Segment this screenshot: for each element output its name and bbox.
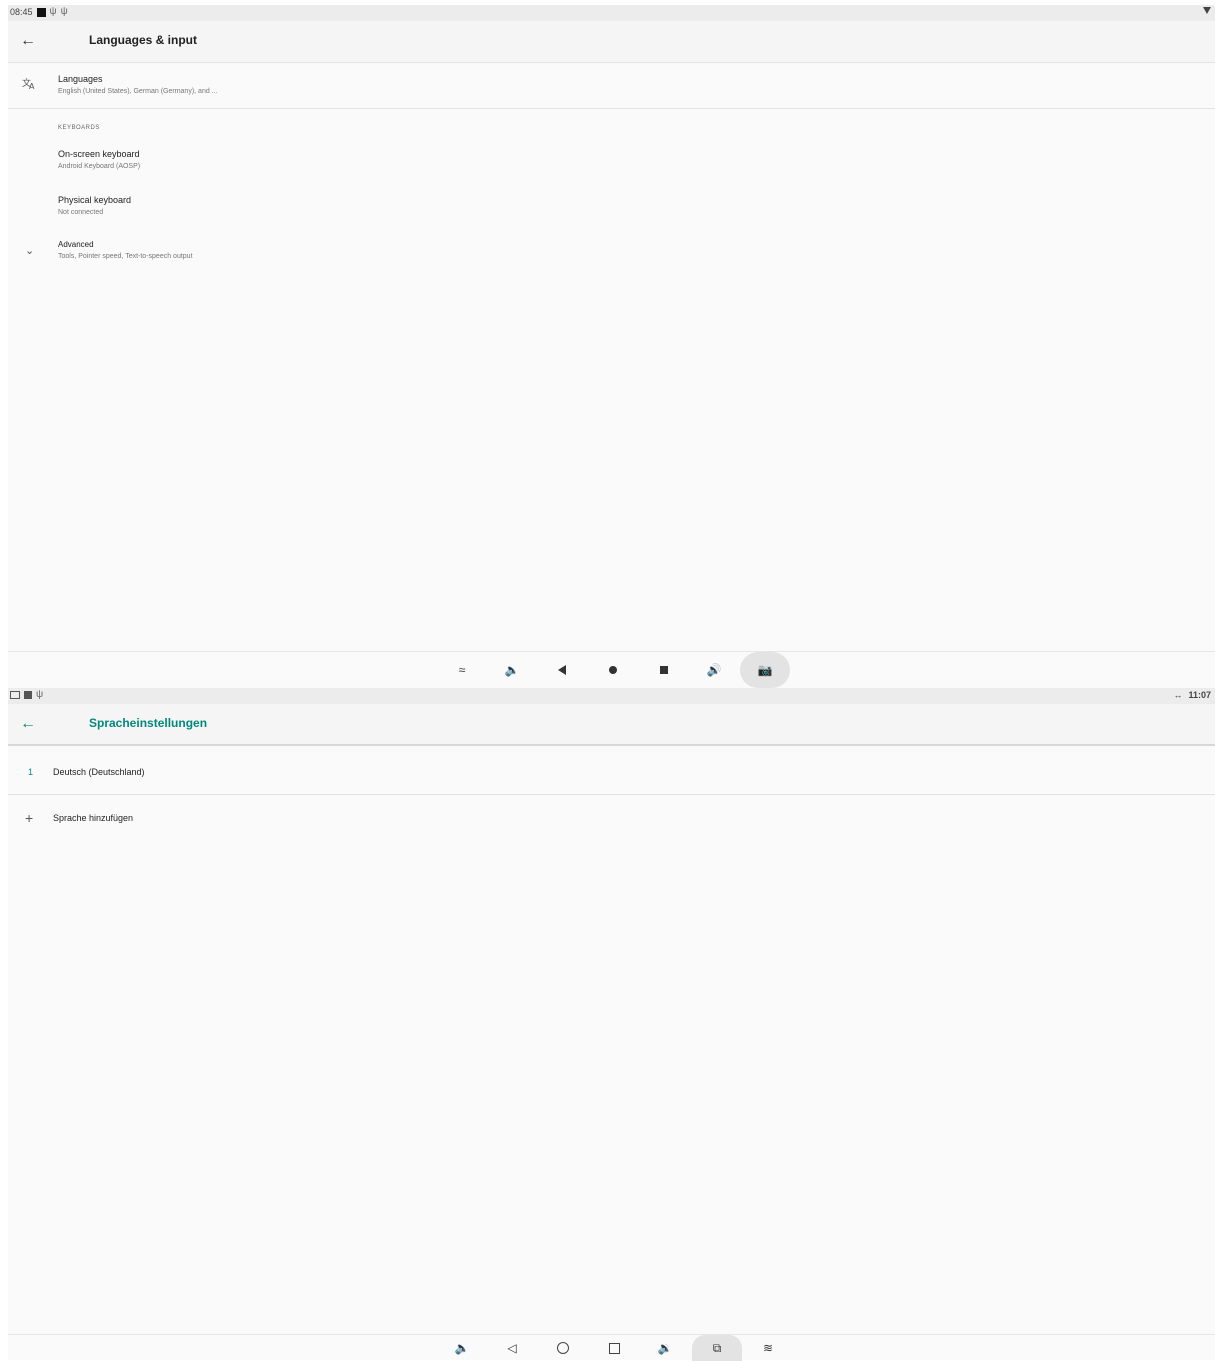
status-bar: ψ ↔ 11:07	[8, 688, 1215, 704]
status-time: 11:07	[1188, 690, 1211, 700]
usb-icon: ψ	[36, 689, 44, 700]
language-rank: 1	[28, 767, 34, 777]
image-icon	[24, 691, 32, 699]
language-settings-screen: ψ ↔ 11:07 ← Spracheinstellungen 1 Deutsc…	[8, 688, 1215, 1361]
add-language-item[interactable]: + Sprache hinzufügen	[8, 796, 1215, 840]
status-time: 08:45	[10, 7, 33, 17]
home-button[interactable]	[540, 1335, 586, 1361]
notification-icon	[10, 691, 20, 699]
volume-up-icon[interactable]: 🔊	[691, 652, 737, 688]
notification-icon	[36, 7, 46, 17]
physical-keyboard-summary: Not connected	[58, 209, 104, 216]
collapse-icon[interactable]: ≋	[745, 1335, 791, 1361]
usb-icon: ψ	[60, 6, 68, 17]
divider	[8, 108, 1215, 109]
navigation-bar: ≈ 🔈 🔊 📷	[8, 651, 1215, 689]
page-title: Spracheinstellungen	[89, 716, 208, 730]
physical-keyboard-item[interactable]: Physical keyboard Not connected	[8, 188, 1215, 228]
app-bar: ← Spracheinstellungen	[8, 704, 1215, 746]
wifi-icon	[1203, 7, 1211, 14]
collapse-icon[interactable]: ≈	[439, 652, 485, 688]
recents-button[interactable]	[591, 1335, 637, 1361]
advanced-item[interactable]: ⌄ Advanced Tools, Pointer speed, Text-to…	[8, 234, 1215, 274]
screenshot-icon[interactable]: 📷	[740, 652, 790, 688]
languages-title: Languages	[58, 74, 103, 84]
add-icon: +	[25, 810, 34, 826]
language-name: Deutsch (Deutschland)	[53, 767, 145, 777]
divider	[8, 794, 1215, 795]
onscreen-keyboard-item[interactable]: On-screen keyboard Android Keyboard (AOS…	[8, 142, 1215, 182]
back-button[interactable]: ◁	[489, 1335, 535, 1361]
advanced-title: Advanced	[58, 240, 94, 249]
volume-down-icon[interactable]: 🔈	[489, 652, 535, 688]
arrows-icon: ↔	[1173, 690, 1183, 700]
chevron-down-icon: ⌄	[25, 245, 35, 257]
language-list-item[interactable]: 1 Deutsch (Deutschland)	[8, 748, 1215, 794]
advanced-summary: Tools, Pointer speed, Text-to-speech out…	[58, 253, 193, 260]
languages-item[interactable]: 文A Languages English (United States), Ge…	[8, 64, 1215, 108]
recents-button[interactable]	[641, 652, 687, 688]
physical-keyboard-title: Physical keyboard	[58, 195, 132, 205]
onscreen-keyboard-title: On-screen keyboard	[58, 149, 140, 159]
translate-icon: 文A	[22, 76, 36, 93]
home-button[interactable]	[590, 652, 636, 688]
onscreen-keyboard-summary: Android Keyboard (AOSP)	[58, 163, 141, 170]
back-button[interactable]	[539, 652, 585, 688]
usb-icon: ψ	[49, 6, 57, 17]
back-arrow-icon[interactable]: ←	[18, 714, 38, 734]
add-language-label: Sprache hinzufügen	[53, 813, 134, 823]
svg-text:A: A	[29, 82, 35, 90]
volume-down-icon[interactable]: 🔈	[439, 1335, 485, 1361]
languages-input-screen: 08:45 ψ ψ ← Languages & input 文A Languag…	[8, 5, 1215, 689]
languages-summary: English (United States), German (Germany…	[58, 88, 218, 95]
back-arrow-icon[interactable]: ←	[18, 31, 38, 51]
navigation-bar: 🔈 ◁ 🔉 ⧉ ≋	[8, 1334, 1215, 1361]
page-title: Languages & input	[89, 33, 197, 47]
app-bar: ← Languages & input	[8, 21, 1215, 63]
volume-up-icon[interactable]: 🔉	[642, 1335, 688, 1361]
section-header-keyboards: KEYBOARDS	[58, 125, 100, 131]
screenshot-icon[interactable]: ⧉	[692, 1335, 742, 1361]
status-bar: 08:45 ψ ψ	[8, 5, 1215, 21]
